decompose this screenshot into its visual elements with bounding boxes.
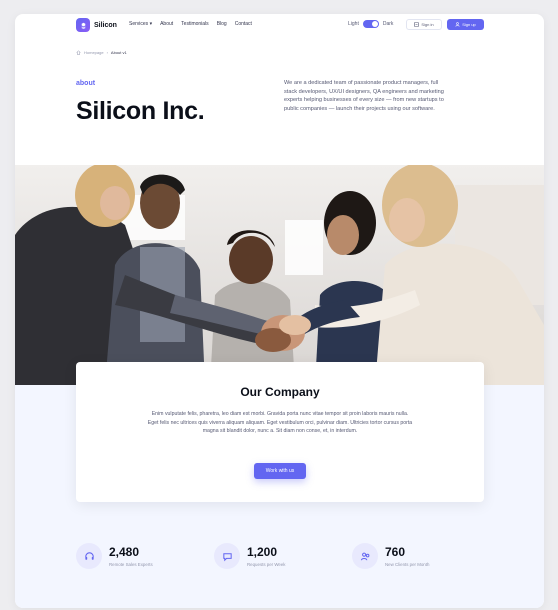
user-icon — [455, 22, 460, 27]
hero-eyebrow: about — [76, 80, 96, 87]
theme-dark-label: Dark — [382, 21, 394, 27]
stat-value: 1,200 — [247, 544, 278, 559]
brand[interactable]: Silicon — [76, 18, 117, 32]
company-card: Our Company Enim vulputate felis, pharet… — [76, 362, 484, 502]
signin-button[interactable]: Sign in — [406, 19, 442, 30]
headset-icon — [76, 543, 102, 569]
company-title: Our Company — [240, 385, 320, 399]
nav-blog[interactable]: Blog — [217, 21, 227, 27]
nav-about[interactable]: About — [160, 21, 173, 27]
company-text: Enim vulputate felis, pharetra, leo diam… — [147, 411, 413, 435]
site-header: Silicon Services ▾ About Testimonials Bl… — [15, 14, 544, 36]
stat-label: New Clients per Month — [385, 561, 430, 567]
breadcrumb: Homepage › About v1 — [76, 50, 127, 55]
page-title: Silicon Inc. — [76, 97, 205, 125]
home-icon — [76, 50, 81, 55]
nav-contact[interactable]: Contact — [235, 21, 252, 27]
breadcrumb-current: About v1 — [110, 50, 127, 55]
stat-value: 760 — [385, 544, 406, 559]
toggle-knob — [371, 21, 378, 27]
stat-new-clients: 760 New Clients per Month — [352, 543, 429, 569]
theme-toggle[interactable] — [362, 20, 379, 28]
team-photo — [15, 165, 544, 385]
signin-icon — [414, 22, 420, 27]
chat-icon — [214, 543, 240, 569]
hero-description: We are a dedicated team of passionate pr… — [284, 80, 444, 112]
main-nav: Services ▾ About Testimonials Blog Conta… — [129, 21, 252, 27]
nav-testimonials[interactable]: Testimonials — [181, 21, 209, 27]
breadcrumb-home[interactable]: Homepage — [84, 50, 104, 55]
work-with-us-button[interactable]: Work with us — [254, 463, 306, 479]
theme-switch: Light Dark — [348, 20, 393, 28]
signin-label: Sign in — [421, 22, 434, 27]
stat-label: Remote Sales Experts — [109, 561, 153, 567]
breadcrumb-separator-icon: › — [106, 50, 108, 55]
chevron-down-icon: ▾ — [149, 21, 153, 27]
stat-label: Requests per Week — [247, 561, 286, 567]
users-icon — [352, 543, 378, 569]
theme-light-label: Light — [348, 21, 359, 27]
signup-label: Sign up — [462, 22, 476, 27]
page-card: Silicon Services ▾ About Testimonials Bl… — [15, 14, 544, 608]
brand-name: Silicon — [94, 21, 117, 29]
stat-requests: 1,200 Requests per Week — [214, 543, 285, 569]
signup-button[interactable]: Sign up — [447, 19, 484, 30]
nav-services[interactable]: Services ▾ — [129, 21, 152, 27]
stat-remote-experts: 2,480 Remote Sales Experts — [76, 543, 153, 569]
stat-value: 2,480 — [109, 544, 140, 559]
logo-icon — [76, 18, 90, 32]
